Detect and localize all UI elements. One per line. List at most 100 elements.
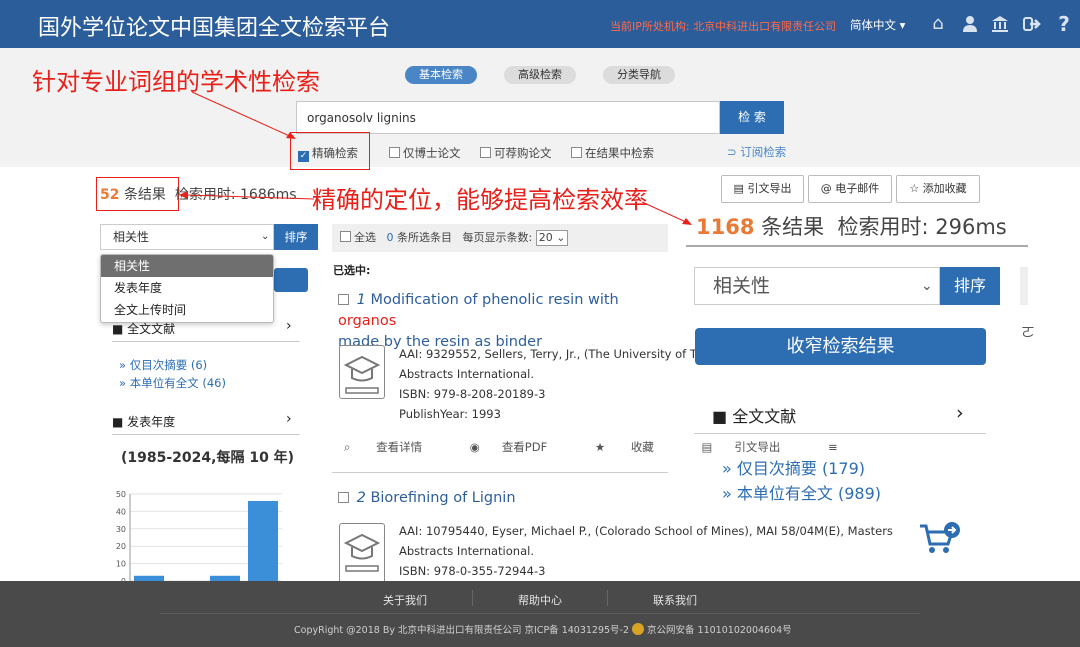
home-icon[interactable]: ⌂ bbox=[928, 14, 948, 34]
divider bbox=[694, 433, 986, 434]
result-checkbox[interactable] bbox=[338, 492, 349, 503]
facet-link-abstract-only[interactable]: » 仅目次摘要 (6) bbox=[119, 357, 207, 373]
result-index: 2 bbox=[356, 490, 366, 506]
view-details-action[interactable]: ⌕ 查看详情 bbox=[344, 440, 444, 454]
tab-advanced-search[interactable]: 高级检索 bbox=[504, 66, 576, 84]
view-pdf-action[interactable]: ◉ 查看PDF bbox=[470, 440, 569, 454]
sort-button[interactable]: 排序 bbox=[274, 224, 318, 250]
checkbox-icon[interactable] bbox=[480, 147, 491, 158]
meta-line: AAI: 10795440, Eyser, Michael P., (Color… bbox=[399, 524, 893, 538]
result-checkbox[interactable] bbox=[338, 294, 349, 305]
checkbox-icon[interactable] bbox=[571, 147, 582, 158]
search-button[interactable]: 检 索 bbox=[720, 101, 784, 134]
chevron-right-icon[interactable]: › bbox=[286, 318, 292, 334]
result-title-2[interactable]: 2 Biorefining of Lignin bbox=[338, 488, 668, 509]
chart-bar[interactable] bbox=[248, 500, 278, 581]
meta-line: ISBN: 979-8-208-20189-3 bbox=[399, 387, 546, 401]
meta-line: Abstracts International. bbox=[399, 367, 534, 381]
tab-category-nav[interactable]: 分类导航 bbox=[603, 66, 675, 84]
option-label: 在结果中检索 bbox=[585, 146, 654, 160]
citation-export-action[interactable]: ▤ 引文导出 bbox=[702, 440, 803, 454]
language-select[interactable]: 简体中文 ▾ bbox=[850, 17, 905, 33]
option-phd-only[interactable]: 仅博士论文 bbox=[389, 145, 461, 161]
footer bbox=[0, 581, 1080, 647]
help-icon[interactable]: ? bbox=[1054, 14, 1074, 34]
list-toolbar: 全选 0 条所选条目 每页显示条数: 20 ⌄ bbox=[332, 224, 668, 252]
meta-line: AAI: 9329552, Sellers, Terry, Jr., (The … bbox=[399, 347, 697, 361]
zoomed-sort-select[interactable]: 相关性 ⌄ bbox=[694, 267, 940, 305]
more-action[interactable]: ≡ bbox=[828, 440, 838, 454]
cart-icon[interactable] bbox=[918, 520, 962, 556]
facet-label: 发表年度 bbox=[127, 415, 176, 429]
logout-icon[interactable] bbox=[1022, 14, 1042, 34]
button-label: 引文导出 bbox=[747, 182, 792, 195]
sort-option-relevance[interactable]: 相关性 bbox=[101, 255, 273, 277]
action-label: 引文导出 bbox=[734, 440, 781, 454]
user-icon[interactable] bbox=[960, 14, 980, 34]
narrow-results-button[interactable] bbox=[274, 268, 308, 292]
tab-basic-search[interactable]: 基本检索 bbox=[405, 66, 477, 84]
chevron-right-icon[interactable]: › bbox=[286, 411, 292, 427]
facet-year[interactable]: ■ 发表年度 bbox=[112, 413, 175, 430]
favorite-action[interactable]: ★ 收藏 bbox=[595, 440, 676, 454]
option-exact-search[interactable]: ✓ 精确检索 bbox=[298, 145, 358, 162]
zoomed-link-abstract-only[interactable]: » 仅目次摘要 (179) bbox=[722, 455, 865, 479]
sort-option-upload-time[interactable]: 全文上传时间 bbox=[101, 299, 273, 321]
checkbox-icon[interactable] bbox=[389, 147, 400, 158]
chevron-down-icon: ⌄ bbox=[921, 278, 933, 294]
year-bar-chart: 01020304050 bbox=[116, 490, 282, 581]
zoomed-count-suffix: 条结果 bbox=[761, 215, 825, 239]
copyright: CopyRight @2018 By 北京中科进出口有限责任公司 京ICP备 1… bbox=[294, 622, 792, 636]
chart-y-tick-label: 20 bbox=[116, 542, 126, 551]
zoomed-facet-fulltext[interactable]: ■ 全文文献 bbox=[712, 403, 796, 427]
footer-link-help[interactable]: 帮助中心 bbox=[518, 592, 562, 608]
site-title[interactable]: 国外学位论文中国集团全文检索平台 bbox=[38, 10, 390, 42]
result-count-suffix: 条结果 bbox=[123, 187, 166, 203]
chevron-right-icon[interactable]: › bbox=[956, 402, 964, 424]
selected-suffix: 条所选条目 bbox=[397, 231, 452, 244]
annotation-arrow-top bbox=[191, 91, 296, 139]
search-input[interactable] bbox=[296, 101, 720, 134]
add-favorite-button[interactable]: ☆ 添加收藏 bbox=[896, 175, 980, 203]
copyright-text: CopyRight @2018 By 北京中科进出口有限责任公司 京ICP备 1… bbox=[294, 625, 630, 636]
option-label: 仅博士论文 bbox=[403, 146, 461, 160]
checkbox-checked-icon[interactable]: ✓ bbox=[298, 151, 309, 162]
divider bbox=[472, 590, 473, 606]
sort-select[interactable]: 相关性 ⌄ bbox=[100, 224, 274, 250]
meta-line: ISBN: 978-0-355-72944-3 bbox=[399, 564, 546, 578]
meta-line: PublishYear: 1993 bbox=[399, 407, 501, 421]
footer-link-contact[interactable]: 联系我们 bbox=[653, 592, 697, 608]
result-title-text: Modification of phenolic resin with bbox=[370, 292, 619, 308]
library-icon[interactable] bbox=[990, 14, 1010, 34]
select-all-checkbox[interactable] bbox=[340, 231, 351, 242]
email-button[interactable]: @ 电子邮件 bbox=[808, 175, 892, 203]
chart-y-tick-label: 30 bbox=[116, 525, 126, 534]
caret-down-icon: ▾ bbox=[899, 18, 906, 32]
facet-fulltext[interactable]: ■ 全文文献 bbox=[112, 320, 175, 337]
option-search-within[interactable]: 在结果中检索 bbox=[571, 145, 654, 161]
result-title-text: Biorefining of Lignin bbox=[370, 490, 516, 506]
chart-y-tick-label: 10 bbox=[116, 560, 126, 569]
zoomed-link-fulltext-available[interactable]: » 本单位有全文 (989) bbox=[722, 480, 881, 504]
option-label: 可荐购论文 bbox=[494, 146, 552, 160]
sort-option-year[interactable]: 发表年度 bbox=[101, 277, 273, 299]
year-range-label: (1985-2024,每隔 10 年) bbox=[121, 450, 295, 466]
footer-link-about[interactable]: 关于我们 bbox=[383, 592, 427, 608]
facet-link-label: 本单位有全文 (989) bbox=[736, 484, 881, 503]
zoomed-narrow-results-button[interactable]: 收窄检索结果 bbox=[695, 328, 986, 365]
at-icon: @ bbox=[820, 182, 832, 195]
result-meta-2: AAI: 10795440, Eyser, Michael P., (Color… bbox=[399, 521, 893, 581]
result-title-highlight: organos bbox=[338, 313, 397, 329]
citation-export-button[interactable]: ▤ 引文导出 bbox=[721, 175, 804, 203]
button-label: 添加收藏 bbox=[922, 182, 967, 195]
police-badge-icon bbox=[632, 623, 645, 635]
annotation-arrow-left bbox=[179, 191, 315, 200]
option-recommendable[interactable]: 可荐购论文 bbox=[480, 145, 552, 161]
divider bbox=[607, 590, 608, 606]
zoomed-sort-button[interactable]: 排序 bbox=[940, 267, 1000, 305]
facet-link-fulltext-available[interactable]: » 本单位有全文 (46) bbox=[119, 375, 226, 391]
selected-label: 已选中: bbox=[333, 264, 371, 277]
subscribe-search-link[interactable]: ⊃ 订阅检索 bbox=[727, 144, 786, 160]
folder-icon: ■ bbox=[112, 415, 124, 429]
per-page-select[interactable]: 20 ⌄ bbox=[535, 230, 569, 246]
